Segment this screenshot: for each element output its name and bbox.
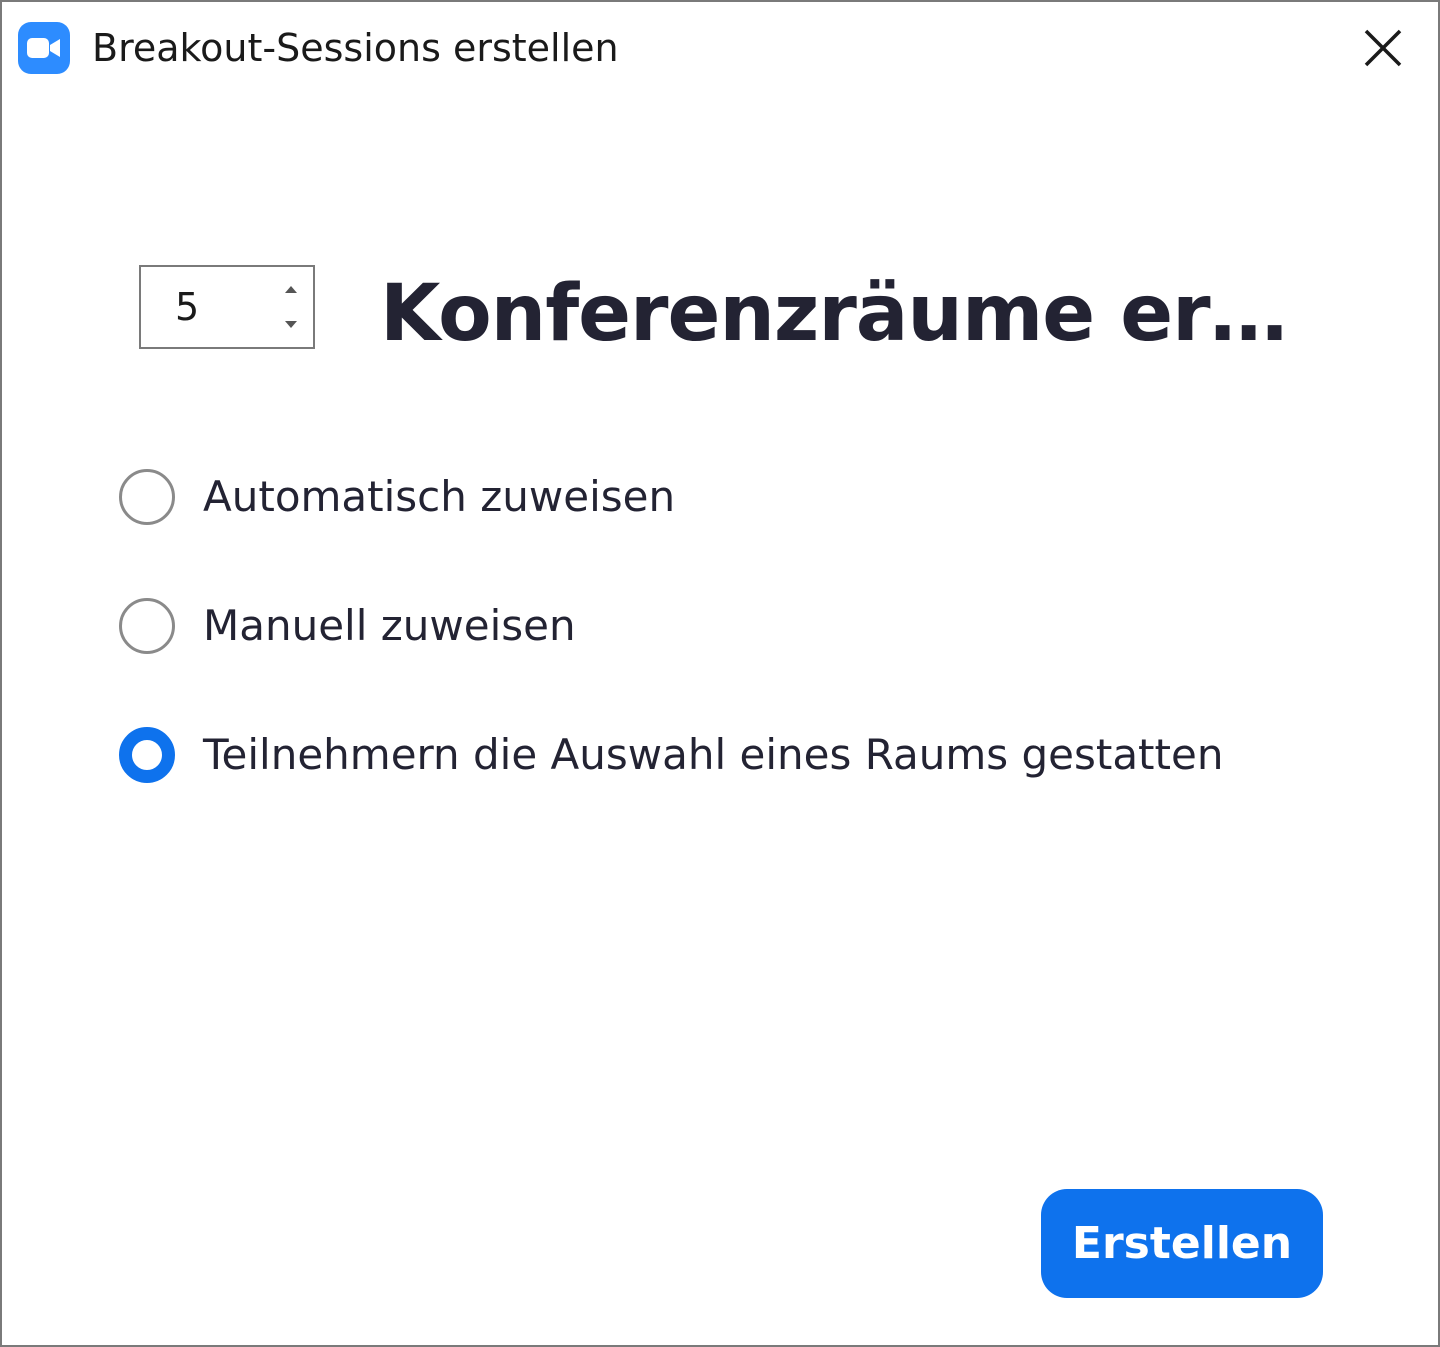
close-icon [1364,29,1402,67]
room-count-stepper[interactable]: 5 [139,265,315,349]
breakout-dialog: Breakout-Sessions erstellen 5 Konferenzr… [0,0,1440,1347]
zoom-camera-icon [18,22,70,74]
room-count-value[interactable]: 5 [175,281,199,333]
option-label: Automatisch zuweisen [203,472,676,521]
chevron-down-icon [285,321,297,328]
chevron-up-icon [285,286,297,293]
option-label: Teilnehmern die Auswahl eines Raums gest… [203,730,1224,779]
stepper-up-button[interactable] [275,275,307,305]
close-button[interactable] [1354,20,1412,78]
title-bar: Breakout-Sessions erstellen [2,2,1438,94]
option-label: Manuell zuweisen [203,601,576,650]
option-self-select[interactable]: Teilnehmern die Auswahl eines Raums gest… [119,725,1223,785]
create-button[interactable]: Erstellen [1041,1189,1323,1298]
window-title: Breakout-Sessions erstellen [92,26,619,70]
option-manual-assign[interactable]: Manuell zuweisen [119,596,599,656]
stepper-down-button[interactable] [275,311,307,341]
room-count-heading: Konferenzräume erst... [380,269,1320,359]
option-auto-assign[interactable]: Automatisch zuweisen [119,467,679,527]
radio-manual-assign[interactable] [119,598,175,654]
radio-auto-assign[interactable] [119,469,175,525]
radio-self-select[interactable] [119,727,175,783]
